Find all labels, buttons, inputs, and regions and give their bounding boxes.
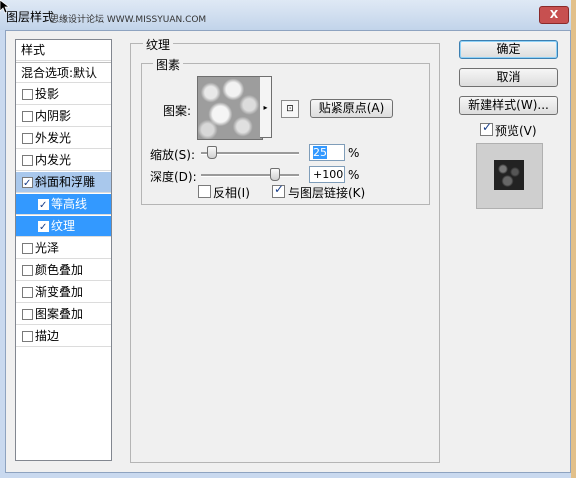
style-item-bevel-emboss[interactable]: 斜面和浮雕	[16, 172, 111, 194]
cursor-arrow-icon	[0, 0, 10, 14]
blend-options-item[interactable]: 混合选项:默认	[16, 62, 111, 83]
depth-unit: %	[348, 168, 360, 182]
color-overlay-checkbox[interactable]	[22, 265, 33, 276]
style-item-label: 内发光	[35, 153, 72, 167]
link-with-layer-checkbox[interactable]	[272, 182, 285, 198]
style-item-contour[interactable]: 等高线	[16, 194, 111, 216]
drop-shadow-checkbox[interactable]	[22, 89, 33, 100]
preview-label: 预览(V)	[495, 124, 537, 138]
preview-thumbnail	[494, 160, 524, 190]
close-button[interactable]: X	[539, 6, 569, 24]
satin-checkbox[interactable]	[22, 243, 33, 254]
depth-slider-thumb[interactable]	[270, 168, 280, 181]
style-list-header[interactable]: 样式	[16, 40, 111, 61]
style-item-label: 描边	[35, 329, 60, 343]
bevel-emboss-checkbox[interactable]	[22, 174, 33, 194]
pattern-picker[interactable]	[197, 76, 263, 140]
style-item-gradient-overlay[interactable]: 渐变叠加	[16, 282, 111, 303]
pattern-label: 图案:	[163, 104, 192, 118]
style-item-drop-shadow[interactable]: 投影	[16, 84, 111, 105]
style-item-label: 内阴影	[35, 109, 72, 123]
style-item-texture[interactable]: 纹理	[16, 216, 111, 238]
style-item-label: 渐变叠加	[35, 285, 84, 299]
depth-input[interactable]: +100	[309, 166, 345, 183]
cancel-button[interactable]: 取消	[459, 68, 558, 87]
gradient-overlay-checkbox[interactable]	[22, 287, 33, 298]
snap-to-origin-button[interactable]: 贴紧原点(A)	[310, 99, 393, 118]
style-item-label: 外发光	[35, 131, 72, 145]
style-item-label: 图案叠加	[35, 307, 84, 321]
texture-group-title: 纹理	[143, 36, 174, 53]
style-item-label: 投影	[35, 87, 60, 101]
ok-button[interactable]: 确定	[459, 40, 558, 59]
style-list: 样式 混合选项:默认 投影 内阴影 外发光 内发光 斜面和浮雕 等高线 纹理	[15, 39, 112, 461]
scale-value: 25	[313, 146, 327, 159]
elements-subgroup-title: 图素	[153, 56, 184, 73]
style-item-label: 光泽	[35, 241, 60, 255]
style-item-color-overlay[interactable]: 颜色叠加	[16, 260, 111, 281]
style-item-label: 斜面和浮雕	[35, 175, 96, 189]
link-with-layer-label: 与图层链接(K)	[288, 186, 366, 200]
new-preset-icon[interactable]: ⊡	[281, 100, 299, 118]
texture-checkbox[interactable]	[38, 218, 49, 238]
style-item-inner-shadow[interactable]: 内阴影	[16, 106, 111, 127]
style-item-stroke[interactable]: 描边	[16, 326, 111, 347]
style-item-inner-glow[interactable]: 内发光	[16, 150, 111, 171]
scale-slider-thumb[interactable]	[207, 146, 217, 159]
style-item-label: 等高线	[51, 197, 88, 211]
window-title: 图层样式	[6, 10, 55, 24]
stroke-checkbox[interactable]	[22, 331, 33, 342]
style-item-pattern-overlay[interactable]: 图案叠加	[16, 304, 111, 325]
inner-shadow-checkbox[interactable]	[22, 111, 33, 122]
style-item-outer-glow[interactable]: 外发光	[16, 128, 111, 149]
style-item-label: 颜色叠加	[35, 263, 84, 277]
new-style-button[interactable]: 新建样式(W)...	[459, 96, 558, 115]
invert-label: 反相(I)	[213, 186, 250, 200]
watermark-text: 思缘设计论坛 WWW.MISSYUAN.COM	[50, 15, 207, 25]
title-bar: 图层样式 思缘设计论坛 WWW.MISSYUAN.COM X	[0, 0, 576, 30]
style-preview	[476, 143, 543, 209]
style-item-label: 纹理	[51, 219, 76, 233]
contour-checkbox[interactable]	[38, 196, 49, 216]
outer-glow-checkbox[interactable]	[22, 133, 33, 144]
inner-glow-checkbox[interactable]	[22, 155, 33, 166]
preview-checkbox[interactable]	[480, 120, 493, 136]
depth-slider-track[interactable]	[201, 174, 299, 177]
scale-label: 缩放(S):	[150, 148, 196, 162]
depth-label: 深度(D):	[150, 170, 197, 184]
scale-input[interactable]: 25	[309, 144, 345, 161]
pattern-overlay-checkbox[interactable]	[22, 309, 33, 320]
style-item-satin[interactable]: 光泽	[16, 238, 111, 259]
invert-checkbox[interactable]	[198, 185, 211, 198]
scale-unit: %	[348, 146, 360, 160]
pattern-dropdown-arrow-icon[interactable]: ▸	[260, 76, 272, 138]
background-edge	[571, 0, 576, 478]
